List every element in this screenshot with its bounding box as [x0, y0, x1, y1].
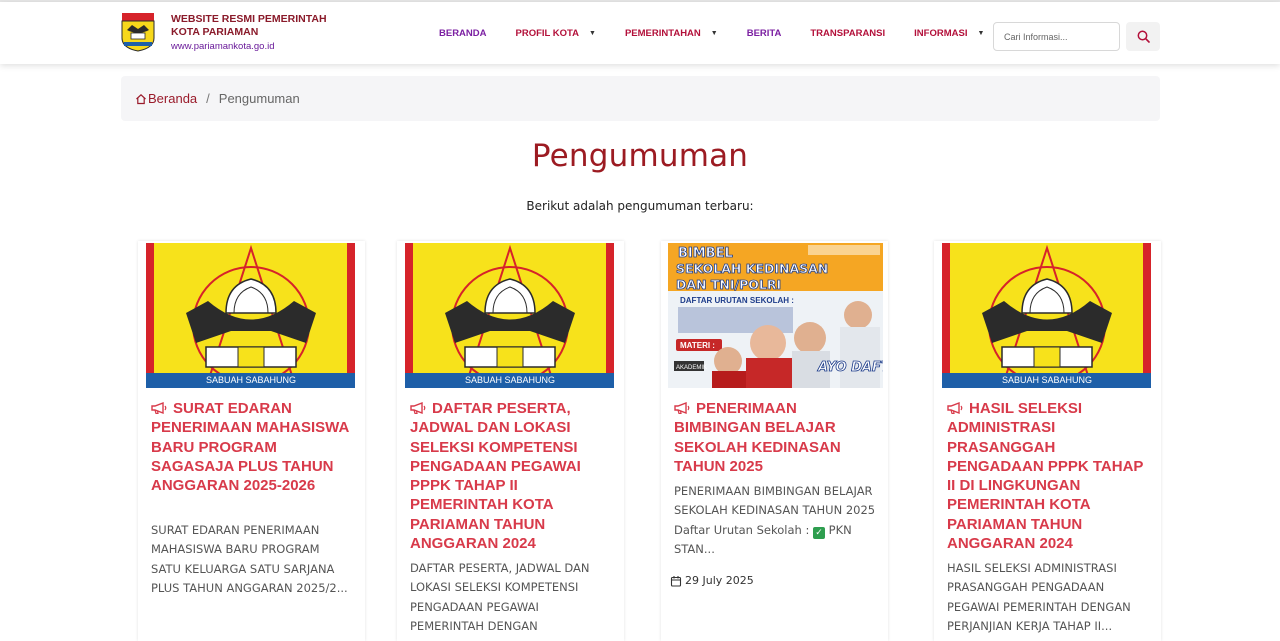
breadcrumb-current: Pengumuman — [218, 91, 300, 106]
card-title-text: HASIL SELEKSI ADMINISTRASI PRASANGGAH PE… — [947, 400, 1144, 553]
caret-down-icon: ▼ — [589, 29, 596, 37]
card-excerpt: PENERIMAAN BIMBINGAN BELAJAR SEKOLAH KED… — [674, 482, 876, 559]
nav-berita[interactable]: BERITA — [747, 28, 782, 39]
emblem-banner-text: SABUAH SABAHUNG — [465, 375, 555, 385]
megaphone-icon — [947, 402, 963, 414]
announcement-list: SABUAH SABAHUNG SURAT EDARAN PENERIMAAN … — [138, 241, 1193, 641]
search-input[interactable] — [993, 22, 1120, 51]
home-icon — [136, 93, 146, 104]
calendar-icon — [670, 575, 682, 587]
breadcrumb-separator: / — [206, 91, 210, 106]
page-subtitle: Berikut adalah pengumuman terbaru: — [526, 199, 754, 213]
card-title[interactable]: HASIL SELEKSI ADMINISTRASI PRASANGGAH PE… — [947, 399, 1147, 553]
bimbel-poster-image: BIMBEL SEKOLAH KEDINASAN DAN TNI/POLRI D… — [668, 243, 883, 388]
nav-transparansi[interactable]: TRANSPARANSI — [810, 28, 885, 39]
card-title-text: DAFTAR PESERTA, JADWAL DAN LOKASI SELEKS… — [410, 400, 581, 553]
nav-pemerintahan-label: PEMERINTAHAN — [624, 27, 701, 39]
site-title-line1: WEBSITE RESMI PEMERINTAH — [171, 13, 327, 25]
megaphone-icon — [410, 402, 426, 414]
card-title[interactable]: DAFTAR PESERTA, JADWAL DAN LOKASI SELEKS… — [410, 399, 610, 553]
card-title-text: PENERIMAAN BIMBINGAN BELAJAR SEKOLAH KED… — [674, 400, 841, 475]
site-header: WEBSITE RESMI PEMERINTAH KOTA PARIAMAN w… — [0, 2, 1280, 64]
kota-pariaman-emblem-image: SABUAH SABAHUNG — [146, 243, 355, 388]
kota-pariaman-emblem-image: SABUAH SABAHUNG — [942, 243, 1151, 388]
main-nav: BERANDA PROFIL KOTA ▼ PEMERINTAHAN ▼ BERIT… — [428, 2, 1013, 64]
check-mark-icon: ✓ — [813, 526, 826, 539]
poster-akademik: AKADEMIK — [676, 365, 707, 371]
announcement-card[interactable]: SABUAH SABAHUNG DAFTAR PESERTA, JADWAL D… — [397, 241, 624, 641]
megaphone-icon — [674, 402, 690, 414]
emblem-banner-text: SABUAH SABAHUNG — [206, 375, 296, 385]
search-button[interactable] — [1126, 22, 1160, 51]
poster-line2: SEKOLAH KEDINASAN — [676, 261, 828, 276]
poster-list-title: DAFTAR URUTAN SEKOLAH : — [680, 296, 794, 305]
nav-berita-label: BERITA — [746, 27, 782, 39]
breadcrumb-home-label: Beranda — [148, 91, 198, 106]
caret-down-icon: ▼ — [977, 29, 985, 37]
city-shield-icon — [121, 13, 155, 52]
poster-line1: BIMBEL — [678, 246, 733, 261]
announcement-card[interactable]: BIMBEL SEKOLAH KEDINASAN DAN TNI/POLRI D… — [661, 241, 888, 641]
nav-profil-kota[interactable]: PROFIL KOTA ▼ — [516, 28, 596, 39]
card-title[interactable]: PENERIMAAN BIMBINGAN BELAJAR SEKOLAH KED… — [674, 399, 874, 476]
megaphone-icon — [151, 402, 167, 414]
card-date-text: 29 July 2025 — [685, 574, 754, 587]
nav-informasi-label: INFORMASI — [914, 27, 968, 39]
nav-profil-kota-label: PROFIL KOTA — [515, 27, 580, 39]
poster-line3: DAN TNI/POLRI — [676, 277, 781, 292]
breadcrumb: Beranda / Pengumuman — [121, 76, 1160, 121]
site-title-line2: KOTA PARIAMAN — [171, 26, 259, 38]
poster-materi: MATERI : — [680, 341, 715, 350]
card-excerpt: HASIL SELEKSI ADMINISTRASI PRASANGGAH PE… — [947, 561, 1131, 633]
page-title: Pengumuman — [531, 138, 749, 174]
breadcrumb-home[interactable]: Beranda — [135, 91, 197, 106]
caret-down-icon: ▼ — [710, 29, 718, 37]
kota-pariaman-emblem-image: SABUAH SABAHUNG — [405, 243, 614, 388]
nav-beranda[interactable]: BERANDA — [439, 28, 487, 39]
card-title[interactable]: SURAT EDARAN PENERIMAAN MAHASISWA BARU P… — [151, 399, 351, 495]
card-excerpt: DAFTAR PESERTA, JADWAL DAN LOKASI SELEKS… — [410, 561, 590, 633]
nav-transparansi-label: TRANSPARANSI — [810, 27, 886, 39]
announcement-card[interactable]: SABUAH SABAHUNG HASIL SELEKSI ADMINISTRA… — [934, 241, 1161, 641]
card-excerpt: SURAT EDARAN PENERIMAAN MAHASISWA BARU P… — [151, 523, 348, 595]
search-icon — [1137, 30, 1150, 43]
poster-cta: AYO DAFTAR!! — [817, 360, 883, 375]
card-date: 29 July 2025 — [670, 574, 754, 587]
card-title-text: SURAT EDARAN PENERIMAAN MAHASISWA BARU P… — [151, 400, 349, 495]
announcement-card[interactable]: SABUAH SABAHUNG SURAT EDARAN PENERIMAAN … — [138, 241, 365, 641]
nav-pemerintahan[interactable]: PEMERINTAHAN ▼ — [625, 28, 718, 39]
emblem-banner-text: SABUAH SABAHUNG — [1002, 375, 1092, 385]
nav-informasi[interactable]: INFORMASI ▼ — [914, 28, 984, 39]
site-url: www.pariamankota.go.id — [171, 41, 275, 52]
site-logo[interactable]: WEBSITE RESMI PEMERINTAH KOTA PARIAMAN w… — [121, 12, 327, 54]
nav-beranda-label: BERANDA — [439, 27, 487, 39]
